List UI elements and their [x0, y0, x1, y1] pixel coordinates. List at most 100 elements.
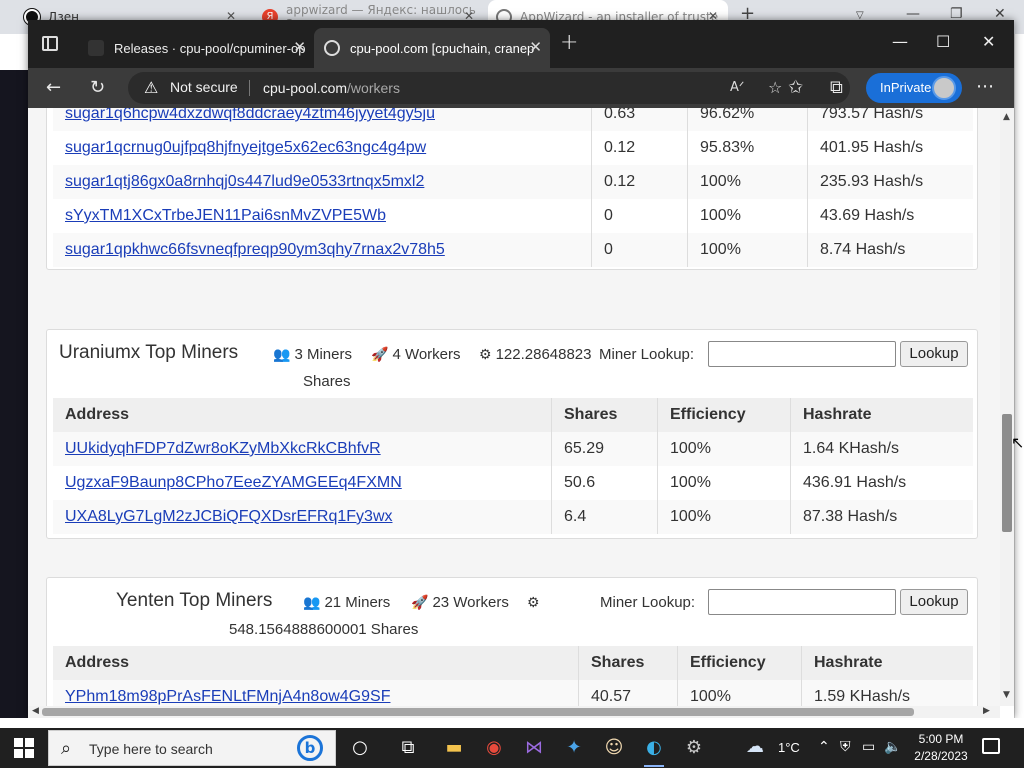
shares-word: Shares — [303, 373, 351, 390]
edge-icon[interactable]: ◐ — [640, 734, 668, 767]
inprivate-button[interactable]: InPrivate — [866, 73, 962, 103]
miner-address-link[interactable]: sYyxTM1XCxTrbeJEN11Pai6snMvZVPE5Wb — [65, 207, 386, 224]
sugar-top-miners-panel: sugar1q6hcpw4dxzdwqf8ddcraey4ztm46jyyet4… — [46, 108, 978, 270]
maximize-icon[interactable]: ☐ — [936, 32, 950, 51]
security-tray-icon[interactable]: ⛨ — [840, 739, 851, 755]
scroll-up-icon[interactable]: ▲ — [1003, 112, 1010, 122]
scroll-right-icon[interactable]: ▶ — [983, 706, 990, 716]
shares-cell: 50.6 — [551, 466, 657, 500]
visual-studio-icon[interactable]: ⋈ — [520, 734, 548, 762]
hashrate-cell: 8.74 Hash/s — [807, 233, 973, 267]
panel-title: Uraniumx Top Miners — [59, 342, 239, 363]
close-icon[interactable]: ✕ — [982, 32, 995, 51]
taskbar-search-box[interactable]: ⌕ Type here to search b — [48, 730, 336, 766]
hashrate-cell: 793.57 Hash/s — [807, 108, 973, 131]
divider — [249, 80, 250, 96]
clock-date[interactable]: 2/28/2023 — [908, 749, 974, 763]
miner-lookup-input[interactable] — [708, 341, 896, 367]
shares-cell: 0.12 — [591, 131, 687, 165]
add-favorite-icon[interactable]: ☆ — [768, 78, 782, 97]
table-header-row: Address Shares Efficiency Hashrate — [53, 398, 973, 432]
scroll-down-icon[interactable]: ▼ — [1003, 690, 1010, 700]
efficiency-cell: 100% — [687, 233, 807, 267]
lookup-button[interactable]: Lookup — [900, 589, 968, 615]
shares-cell: 0 — [591, 233, 687, 267]
table-row: sugar1qcrnug0ujfpq8hjfnyejtge5x62ec63ngc… — [53, 131, 973, 165]
efficiency-cell: 100% — [687, 199, 807, 233]
close-icon[interactable]: ✕ — [529, 38, 542, 56]
tab-releases[interactable]: Releases · cpu-pool/cpuminer-op ✕ — [78, 28, 314, 68]
miner-address-link[interactable]: sugar1qpkhwc66fsvneqfpreqp90ym3qhy7rnax2… — [65, 241, 445, 258]
clock-time[interactable]: 5:00 PM — [916, 732, 966, 746]
back-arrow-icon[interactable]: ← — [46, 77, 61, 98]
chevron-up-icon[interactable]: ⌃ — [818, 739, 830, 755]
miner-lookup-input[interactable] — [708, 589, 896, 615]
url-text[interactable]: cpu-pool.com/workers — [263, 80, 400, 96]
shares-cell: 65.29 — [551, 432, 657, 466]
miner-lookup-label: Miner Lookup: — [599, 346, 695, 363]
scroll-left-icon[interactable]: ◀ — [32, 706, 39, 716]
scroll-thumb[interactable] — [42, 708, 914, 716]
efficiency-header: Efficiency — [657, 398, 790, 432]
bing-icon[interactable]: b — [297, 735, 323, 761]
table-row: sugar1qtj86gx0a8rnhqj0s447lud9e0533rtnqx… — [53, 165, 973, 199]
table-row: UgzxaF9Baunp8CPho7EeeZYAMGEEq4FXMN 50.6 … — [53, 466, 973, 500]
tab-cpu-pool[interactable]: cpu-pool.com [cpuchain, cranep ✕ — [314, 28, 550, 68]
edge-browser-window: Releases · cpu-pool/cpuminer-op ✕ cpu-po… — [28, 20, 1014, 718]
vertical-scrollbar[interactable]: ▲ ▼ — [1000, 108, 1014, 706]
file-explorer-icon[interactable]: ▬ — [440, 734, 468, 762]
hashrate-cell: 436.91 Hash/s — [790, 466, 973, 500]
efficiency-cell: 100% — [687, 165, 807, 199]
favorites-icon[interactable]: ✩ — [788, 77, 803, 98]
task-view-icon[interactable]: ⧉ — [394, 734, 422, 762]
address-bar[interactable]: ⚠ Not secure cpu-pool.com/workers Aᐟ ☆ — [128, 72, 850, 104]
github-icon — [88, 40, 104, 56]
horizontal-scrollbar[interactable]: ◀ ▶ — [28, 706, 1000, 718]
miner-address-link[interactable]: UXA8LyG7LgM2zJCBiQFQXDsrEFRq1Fy3wx — [65, 508, 393, 525]
chrome-icon[interactable]: ◉ — [480, 734, 508, 762]
scroll-thumb[interactable] — [1002, 414, 1012, 532]
page-viewport: sugar1q6hcpw4dxzdwqf8ddcraey4ztm46jyyet4… — [28, 108, 1000, 706]
game-app-icon[interactable]: ☺ — [600, 734, 628, 762]
notifications-icon[interactable] — [982, 738, 1000, 754]
search-icon: ⌕ — [61, 738, 72, 759]
network-icon[interactable]: ▭ — [862, 739, 875, 755]
tools-icon[interactable]: ✦ — [560, 734, 588, 762]
read-aloud-icon[interactable]: Aᐟ — [730, 80, 744, 95]
globe-icon — [324, 40, 340, 56]
new-tab-icon[interactable]: + — [560, 30, 578, 55]
security-label[interactable]: Not secure — [170, 79, 238, 95]
tab-actions-icon[interactable] — [42, 36, 58, 51]
collections-icon[interactable]: ⧉ — [830, 77, 843, 98]
refresh-icon[interactable]: ↻ — [90, 77, 105, 98]
volume-icon[interactable]: 🔈 — [884, 739, 901, 755]
hashrate-cell: 401.95 Hash/s — [807, 131, 973, 165]
more-options-icon[interactable]: ⋯ — [976, 76, 994, 97]
miner-address-link[interactable]: UgzxaF9Baunp8CPho7EeeZYAMGEEq4FXMN — [65, 474, 402, 491]
miner-address-link[interactable]: sugar1qcrnug0ujfpq8hjfnyejtge5x62ec63ngc… — [65, 139, 426, 156]
cortana-icon[interactable]: ○ — [346, 734, 374, 762]
app-icon[interactable]: ⚙ — [680, 734, 708, 762]
efficiency-cell: 100% — [677, 680, 801, 706]
miner-address-link[interactable]: YPhm18m98pPrAsFENLtFMnjA4n8ow4G9SF — [65, 688, 390, 705]
table-row: sYyxTM1XCxTrbeJEN11Pai6snMvZVPE5Wb 0 100… — [53, 199, 973, 233]
search-placeholder: Type here to search — [89, 741, 213, 757]
miner-address-link[interactable]: sugar1qtj86gx0a8rnhqj0s447lud9e0533rtnqx… — [65, 173, 424, 190]
efficiency-cell: 100% — [657, 432, 790, 466]
miner-address-link[interactable]: UUkidyqhFDP7dZwr8oKZyMbXkcRkCBhfvR — [65, 440, 381, 457]
hashrate-cell: 87.38 Hash/s — [790, 500, 973, 534]
miner-lookup-label: Miner Lookup: — [600, 594, 696, 611]
table-row: sugar1q6hcpw4dxzdwqf8ddcraey4ztm46jyyet4… — [53, 108, 973, 131]
temperature-text[interactable]: 1°C — [778, 740, 800, 755]
gear-icon: ⚙ — [527, 594, 540, 610]
weather-icon[interactable]: ☁ — [746, 736, 764, 757]
warning-icon[interactable]: ⚠ — [144, 78, 158, 97]
close-icon[interactable]: ✕ — [293, 38, 306, 56]
shares-total: ⚙ 122.28648823 — [479, 346, 592, 363]
windows-start-icon[interactable] — [14, 738, 34, 758]
table-row: YPhm18m98pPrAsFENLtFMnjA4n8ow4G9SF 40.57… — [53, 680, 973, 706]
lookup-button[interactable]: Lookup — [900, 341, 968, 367]
miner-address-link[interactable]: sugar1q6hcpw4dxzdwqf8ddcraey4ztm46jyyet4… — [65, 108, 435, 122]
shares-total: ⚙ — [527, 594, 544, 611]
minimize-icon[interactable]: — — [892, 32, 908, 51]
